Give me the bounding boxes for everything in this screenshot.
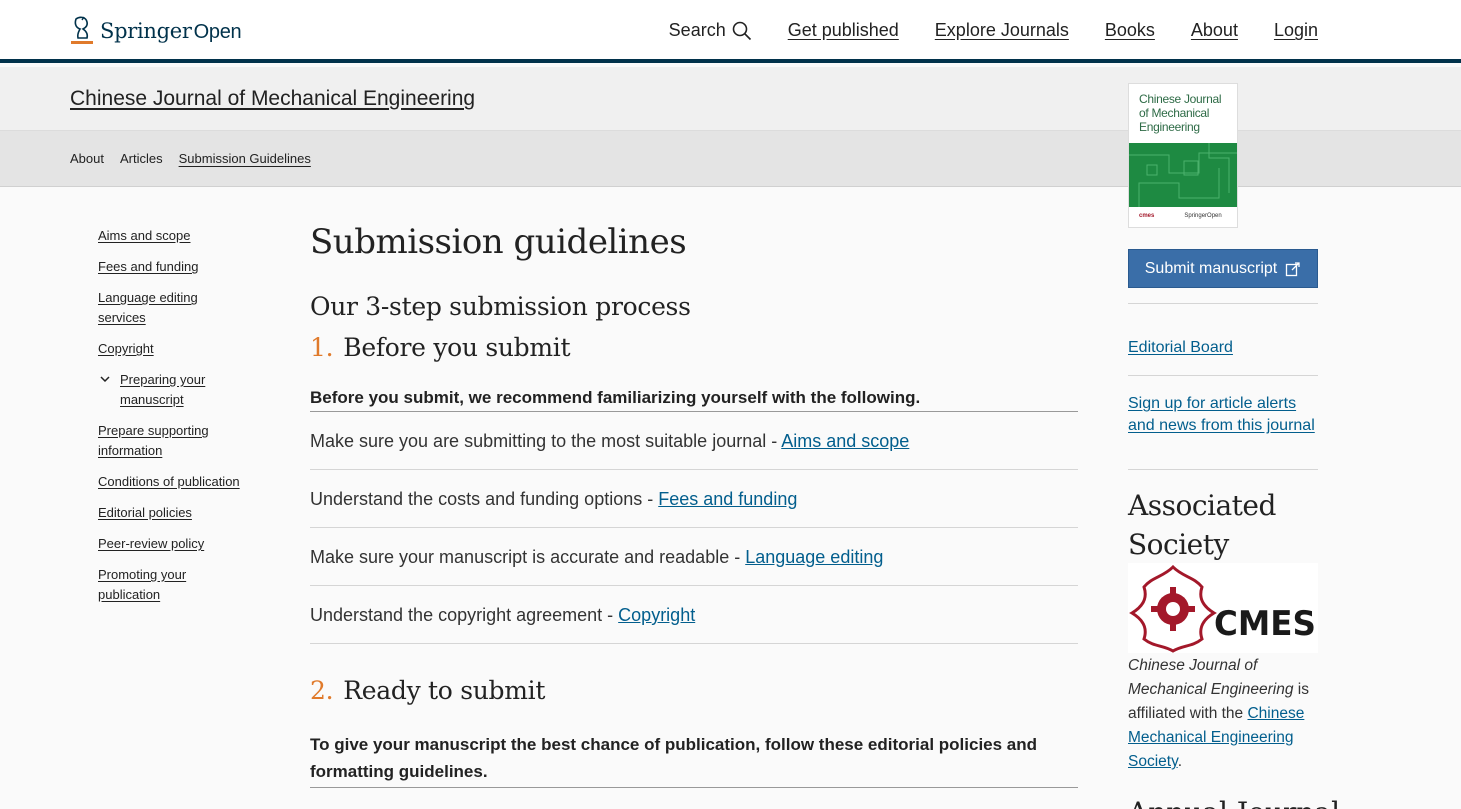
- affiliation-text: Chinese Journal of Mechanical Engineerin…: [1128, 654, 1323, 774]
- logo-springer-text: Springer: [100, 18, 192, 43]
- chevron-down-icon[interactable]: [100, 374, 110, 384]
- page-title: Submission guidelines: [310, 222, 687, 262]
- nav-login[interactable]: Login: [1274, 20, 1318, 41]
- aims-scope-link[interactable]: Aims and scope: [781, 431, 909, 451]
- associated-society-heading: Associated Society: [1128, 489, 1276, 561]
- sidebar-item-aims-scope[interactable]: Aims and scope: [98, 226, 248, 246]
- language-editing-link[interactable]: Language editing: [745, 547, 883, 567]
- journal-cover-image[interactable]: Chinese Journal of Mechanical Engineerin…: [1128, 83, 1238, 228]
- nav-get-published[interactable]: Get published: [788, 20, 899, 41]
- sidebar-item-fees-funding[interactable]: Fees and funding: [98, 257, 248, 277]
- springer-horse-icon: [71, 16, 93, 44]
- guidelines-sidebar: Aims and scope Fees and funding Language…: [98, 226, 248, 616]
- step-number: 2.: [310, 676, 334, 705]
- divider: [1128, 375, 1318, 376]
- springer-open-logo[interactable]: Springer Open: [68, 15, 242, 47]
- sidebar-item-promoting[interactable]: Promoting your publication: [98, 565, 248, 605]
- row-text: Understand the costs and funding options…: [310, 489, 659, 509]
- affil-end: .: [1177, 753, 1182, 770]
- annual-journal-heading: Annual Journal: [1128, 796, 1340, 809]
- subnav-submission-guidelines[interactable]: Submission Guidelines: [179, 151, 311, 166]
- editorial-board-link[interactable]: Editorial Board: [1128, 337, 1233, 359]
- cover-cmes: cmes: [1139, 213, 1155, 219]
- logo-open-text: Open: [193, 20, 242, 43]
- copyright-link[interactable]: Copyright: [618, 605, 695, 625]
- journal-header: Chinese Journal of Mechanical Engineerin…: [0, 67, 1461, 131]
- step-title: Ready to submit: [343, 676, 546, 705]
- submit-manuscript-label: Submit manuscript: [1144, 259, 1278, 277]
- cover-springeropen: SpringerOpen: [1184, 213, 1222, 219]
- divider: [1128, 303, 1318, 304]
- sidebar-item-copyright[interactable]: Copyright: [98, 339, 248, 359]
- process-heading: Our 3-step submission process: [310, 292, 691, 321]
- cover-title: Chinese Journal of Mechanical Engineerin…: [1139, 92, 1222, 134]
- search-label: Search: [668, 20, 726, 40]
- cover-circuit-pattern: [1129, 143, 1237, 207]
- list-item: Make sure your manuscript is accurate an…: [310, 528, 1078, 586]
- sidebar-item-preparing-manuscript[interactable]: Preparing your manuscript: [98, 370, 248, 410]
- sidebar-item-peer-review[interactable]: Peer-review policy: [98, 534, 248, 554]
- step-2-lead: To give your manuscript the best chance …: [310, 731, 1078, 788]
- row-text: Understand the copyright agreement -: [310, 605, 619, 625]
- journal-subnav: About Articles Submission Guidelines: [70, 151, 311, 166]
- cmes-gear-icon: CMES: [1129, 564, 1316, 653]
- step-number: 1.: [310, 333, 334, 362]
- cmes-logo-text: CMES: [1214, 604, 1316, 644]
- affil-journal-name: Chinese Journal of Mechanical Engineerin…: [1128, 657, 1294, 698]
- circuit-pattern-icon: [1129, 143, 1237, 207]
- list-item: Understand the costs and funding options…: [310, 470, 1078, 528]
- sidebar-item-supporting-info[interactable]: Prepare supporting information: [98, 421, 248, 461]
- sidebar-item-conditions[interactable]: Conditions of publication: [98, 472, 248, 492]
- top-nav: Search Get published Explore Journals Bo…: [669, 20, 1318, 41]
- nav-explore-journals[interactable]: Explore Journals: [935, 20, 1069, 41]
- submit-manuscript-button[interactable]: Submit manuscript: [1128, 249, 1318, 288]
- list-item: Make sure you are submitting to the most…: [310, 412, 1078, 470]
- subnav-about[interactable]: About: [70, 151, 104, 166]
- step-1-lead: Before you submit, we recommend familiar…: [310, 388, 1078, 412]
- site-header: Springer Open Search Get published Explor…: [0, 0, 1461, 63]
- journal-subnav-bar: About Articles Submission Guidelines: [0, 131, 1461, 187]
- row-text: Make sure your manuscript is accurate an…: [310, 547, 746, 567]
- cmes-logo[interactable]: CMES: [1128, 563, 1318, 653]
- search-icon: [732, 21, 751, 40]
- article-alerts-link[interactable]: Sign up for article alerts and news from…: [1128, 393, 1323, 437]
- nav-about[interactable]: About: [1191, 20, 1238, 41]
- step-title: Before you submit: [343, 333, 571, 362]
- sidebar-item-editorial-policies[interactable]: Editorial policies: [98, 503, 248, 523]
- row-text: Make sure you are submitting to the most…: [310, 431, 782, 451]
- step-1-heading: 1. Before you submit: [310, 333, 1078, 362]
- nav-books[interactable]: Books: [1105, 20, 1155, 41]
- cover-footer: cmes SpringerOpen: [1139, 213, 1222, 219]
- main-content: Submission guidelines Our 3-step submiss…: [310, 222, 1078, 788]
- step-2-heading: 2. Ready to submit: [310, 676, 1078, 705]
- search-button[interactable]: Search: [669, 20, 752, 41]
- sidebar-item-label: Preparing your manuscript: [120, 372, 206, 407]
- fees-funding-link[interactable]: Fees and funding: [658, 489, 797, 509]
- sidebar-item-language-editing[interactable]: Language editing services: [98, 288, 248, 328]
- subnav-articles[interactable]: Articles: [120, 151, 163, 166]
- divider: [1128, 469, 1318, 470]
- external-submit-icon: [1286, 261, 1300, 276]
- journal-title-link[interactable]: Chinese Journal of Mechanical Engineerin…: [70, 87, 475, 111]
- list-item: Understand the copyright agreement - Cop…: [310, 586, 1078, 644]
